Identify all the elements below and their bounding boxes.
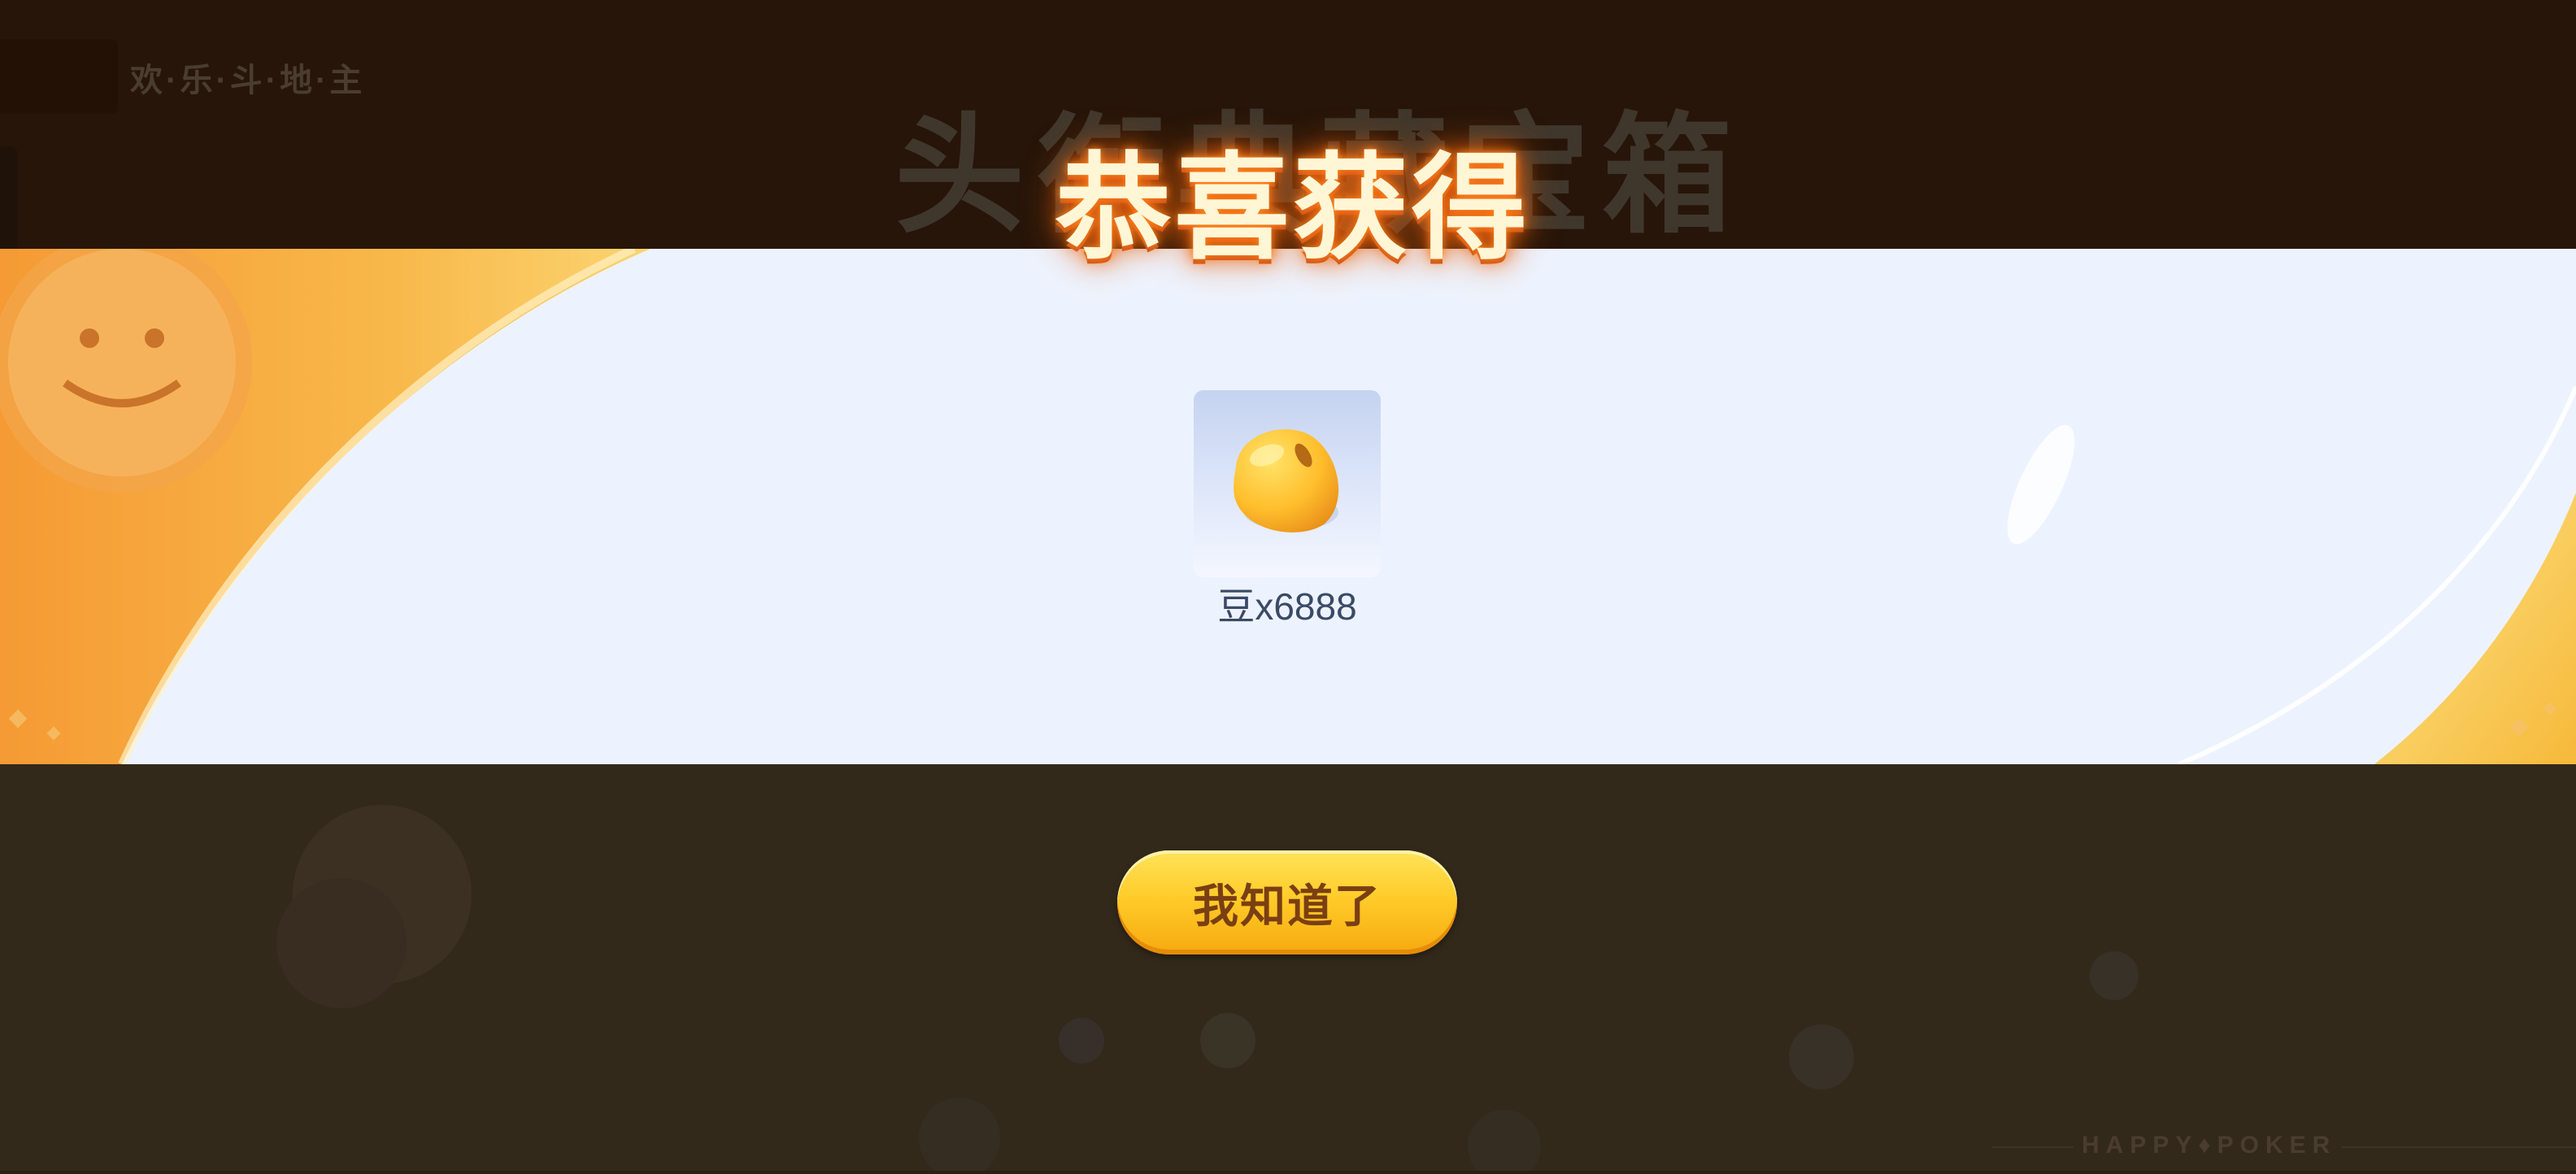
- reward-item-label: 豆x6888: [1217, 585, 1357, 628]
- footer-divider-left: [1992, 1146, 2073, 1148]
- background-decoration: [276, 805, 2139, 1174]
- confirm-button-label: 我知道了: [1193, 880, 1382, 932]
- game-logo-box: [0, 39, 118, 114]
- reward-item-card: [1194, 390, 1381, 577]
- confirm-button[interactable]: 我知道了: [1117, 850, 1457, 954]
- reward-title: 恭喜获得: [1055, 144, 1530, 273]
- footer-divider-right: [2342, 1146, 2576, 1148]
- bean-icon: [1234, 428, 1339, 533]
- footer-logo: HAPPY♦POKER: [2082, 1132, 2337, 1159]
- reward-banner: 豆x6888: [0, 249, 2576, 764]
- brand-logo: 欢·乐·斗·地·主: [130, 63, 366, 98]
- background-bottom-overlay: [0, 764, 2576, 1174]
